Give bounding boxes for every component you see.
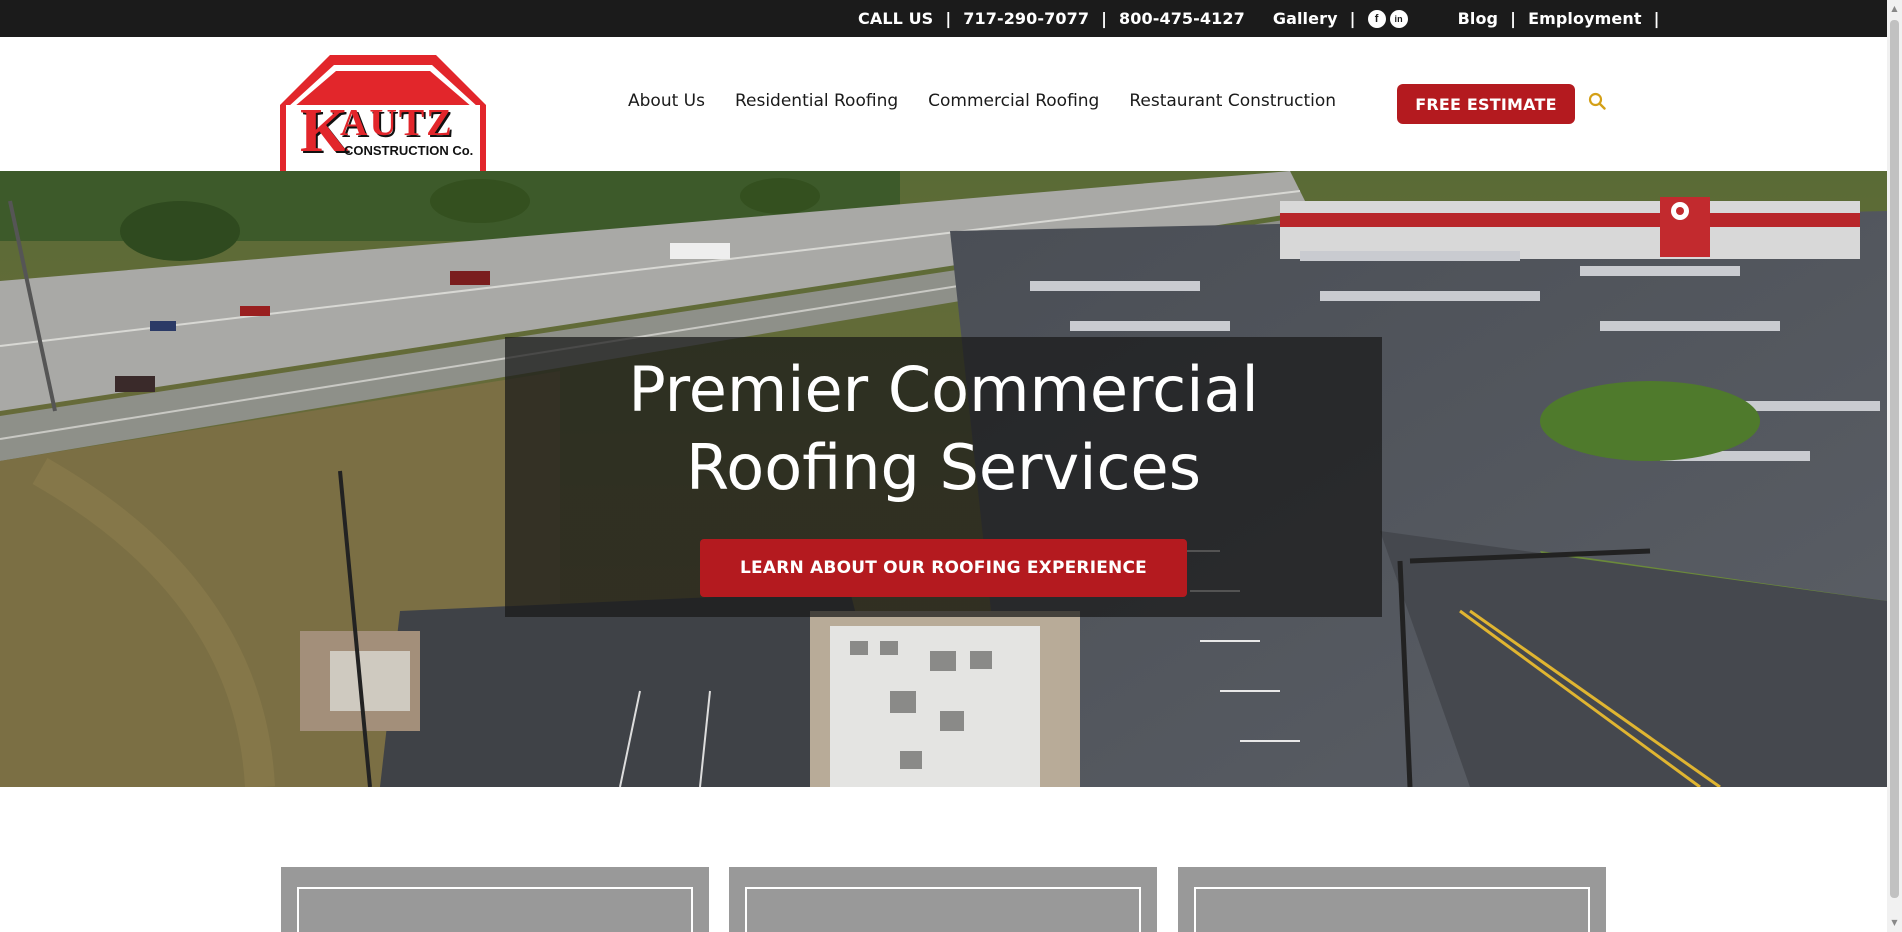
phone-link-2[interactable]: 800-475-4127 bbox=[1119, 9, 1245, 28]
separator: | bbox=[1653, 9, 1660, 28]
service-card[interactable] bbox=[281, 867, 709, 932]
service-card[interactable] bbox=[729, 867, 1157, 932]
gallery-link[interactable]: Gallery bbox=[1273, 9, 1338, 28]
kautz-logo[interactable]: K K AUTZ AUTZ CONSTRUCTION Co. bbox=[280, 55, 486, 185]
separator: | bbox=[1349, 9, 1356, 28]
scroll-up-arrow-icon[interactable]: ▲ bbox=[1890, 4, 1899, 14]
social-links: f in bbox=[1367, 9, 1408, 28]
service-card[interactable] bbox=[1178, 867, 1606, 932]
top-contact-bar: CALL US | 717-290-7077 | 800-475-4127 Ga… bbox=[0, 0, 1887, 37]
card-frame bbox=[1194, 887, 1590, 932]
scroll-down-arrow-icon[interactable]: ▼ bbox=[1890, 918, 1899, 928]
card-frame bbox=[745, 887, 1141, 932]
separator: | bbox=[1510, 9, 1517, 28]
learn-roofing-experience-button[interactable]: LEARN ABOUT OUR ROOFING EXPERIENCE bbox=[700, 539, 1187, 597]
search-icon[interactable] bbox=[1588, 92, 1606, 110]
nav-restaurant-construction[interactable]: Restaurant Construction bbox=[1129, 91, 1336, 111]
phone-link-1[interactable]: 717-290-7077 bbox=[963, 9, 1089, 28]
page-scrollbar[interactable]: ▲ ▼ bbox=[1887, 0, 1902, 932]
free-estimate-button[interactable]: FREE ESTIMATE bbox=[1397, 84, 1575, 124]
linkedin-icon[interactable]: in bbox=[1389, 9, 1408, 28]
blog-link[interactable]: Blog bbox=[1458, 9, 1499, 28]
hero-section: Premier Commercial Roofing Services LEAR… bbox=[0, 171, 1887, 787]
separator: | bbox=[945, 9, 952, 28]
separator: | bbox=[1101, 9, 1108, 28]
page: CALL US | 717-290-7077 | 800-475-4127 Ga… bbox=[0, 0, 1902, 932]
logo-autz-red: AUTZ bbox=[340, 102, 454, 144]
top-contact-links: CALL US | 717-290-7077 | 800-475-4127 Ga… bbox=[858, 0, 1672, 37]
main-nav: About Us Residential Roofing Commercial … bbox=[628, 91, 1366, 111]
nav-residential-roofing[interactable]: Residential Roofing bbox=[735, 91, 898, 111]
service-cards bbox=[0, 787, 1887, 932]
nav-about-us[interactable]: About Us bbox=[628, 91, 705, 111]
hero-heading-line-1: Premier Commercial bbox=[628, 353, 1259, 426]
nav-commercial-roofing[interactable]: Commercial Roofing bbox=[928, 91, 1099, 111]
call-us-label: CALL US bbox=[858, 9, 934, 28]
card-frame bbox=[297, 887, 693, 932]
scrollbar-thumb[interactable] bbox=[1890, 20, 1899, 898]
employment-link[interactable]: Employment bbox=[1528, 9, 1642, 28]
hero-heading-line-2: Roofing Services bbox=[685, 431, 1201, 504]
site-header: K K AUTZ AUTZ CONSTRUCTION Co. About Us … bbox=[0, 37, 1887, 185]
hero-heading: Premier Commercial Roofing Services bbox=[505, 351, 1382, 507]
logo-subtitle: CONSTRUCTION Co. bbox=[344, 143, 473, 158]
facebook-icon[interactable]: f bbox=[1367, 9, 1386, 28]
